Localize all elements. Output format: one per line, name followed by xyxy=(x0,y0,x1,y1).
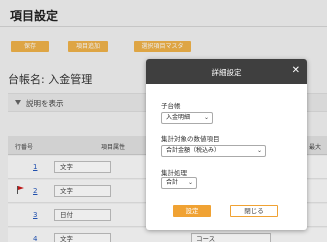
dialog-header: 詳細設定 ✕ xyxy=(146,59,307,84)
apply-button[interactable]: 設定 xyxy=(173,205,211,217)
aggregation-label: 集計処理 xyxy=(161,169,187,177)
sub-ledger-label: 子台帳 xyxy=(161,102,181,110)
dialog-title: 詳細設定 xyxy=(211,68,242,77)
detail-settings-dialog: 詳細設定 ✕ 子台帳 入金明細 ⌄ 集計対象の数値項目 合計金額（税込み） ⌄ … xyxy=(146,59,307,230)
aggregation-select[interactable]: 合計 ⌄ xyxy=(161,177,197,189)
chevron-down-icon: ⌄ xyxy=(187,179,193,186)
close-button[interactable]: 閉じる xyxy=(230,205,278,217)
chevron-down-icon: ⌄ xyxy=(203,114,209,121)
numeric-field-value: 合計金額（税込み） xyxy=(166,147,221,154)
chevron-down-icon: ⌄ xyxy=(256,147,262,154)
close-icon[interactable]: ✕ xyxy=(292,65,300,77)
numeric-field-select[interactable]: 合計金額（税込み） ⌄ xyxy=(161,145,266,157)
sub-ledger-value: 入金明細 xyxy=(166,114,191,121)
aggregation-value: 合計 xyxy=(166,179,179,186)
numeric-field-label: 集計対象の数値項目 xyxy=(161,135,220,143)
sub-ledger-select[interactable]: 入金明細 ⌄ xyxy=(161,112,213,124)
